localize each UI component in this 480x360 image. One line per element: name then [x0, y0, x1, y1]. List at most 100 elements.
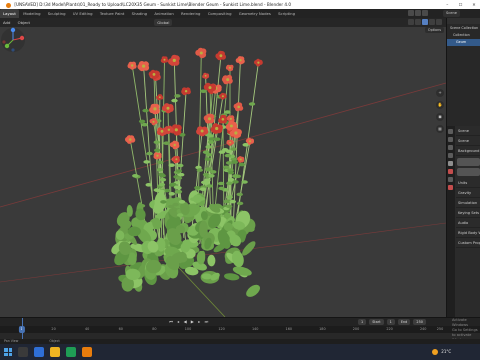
zoom-icon[interactable]: +: [436, 89, 444, 97]
section-gravity[interactable]: Gravity: [456, 188, 480, 198]
tab-layout[interactable]: Layout: [0, 9, 19, 18]
stem-leaf: [200, 89, 207, 93]
add-menu[interactable]: Add: [0, 18, 13, 27]
flower: [137, 61, 150, 72]
flower: [235, 56, 245, 65]
current-frame-field[interactable]: 1: [358, 319, 367, 325]
jump-start-icon[interactable]: ⏮: [168, 319, 174, 325]
close-button[interactable]: ✕: [468, 0, 480, 9]
camera-field[interactable]: [457, 158, 480, 166]
outliner-panel: Scene Collection Collection Geum: [446, 18, 480, 126]
play-reverse-icon[interactable]: ◀: [182, 319, 188, 325]
section-scene-header[interactable]: Scene: [456, 126, 480, 136]
output-tab-icon[interactable]: [448, 145, 453, 150]
timeline-editor: ⏮ ◂ ◀ ▶ ▸ ⏭ 1 Start 1 End 250 0204060801…: [0, 317, 480, 340]
camera-view-icon[interactable]: ◼: [436, 113, 444, 121]
tab-animation[interactable]: Animation: [151, 9, 176, 18]
taskbar-app-icon[interactable]: [34, 347, 44, 357]
maximize-button[interactable]: ☐: [455, 0, 467, 9]
tab-sculpting[interactable]: Sculpting: [45, 9, 69, 18]
object-tab-icon[interactable]: [448, 185, 453, 190]
scene-selector[interactable]: Scene: [443, 10, 460, 17]
tab-texture-paint[interactable]: Texture Paint: [97, 9, 128, 18]
solid-shading-icon[interactable]: [422, 19, 428, 25]
view-icon[interactable]: [408, 10, 414, 16]
status-pan-view: Pan View: [4, 339, 19, 343]
start-frame-label: Start: [369, 319, 384, 325]
tab-geometry-nodes[interactable]: Geometry Nodes: [236, 9, 274, 18]
section-audio[interactable]: Audio: [456, 218, 480, 228]
perspective-grid-icon[interactable]: ▦: [436, 125, 444, 133]
stem-leaf: [175, 189, 183, 194]
taskbar-app-icon[interactable]: [82, 347, 92, 357]
start-frame-field[interactable]: 1: [386, 319, 395, 325]
overlay-icon[interactable]: [408, 19, 414, 25]
playhead[interactable]: [21, 318, 23, 340]
object-menu[interactable]: Object: [15, 18, 33, 27]
3d-viewport[interactable]: Options + ✋ ◼ ▦: [0, 27, 446, 317]
next-keyframe-icon[interactable]: ▸: [196, 319, 202, 325]
navigation-gizmo[interactable]: [0, 27, 26, 53]
prev-keyframe-icon[interactable]: ◂: [175, 319, 181, 325]
stem-leaf: [248, 102, 256, 106]
taskbar-app-icon[interactable]: [18, 347, 28, 357]
outliner-row-collection[interactable]: Collection: [447, 32, 480, 39]
window-titlebar: [UNSAVED] D:\3d Model\Plants\01_Ready to…: [0, 0, 480, 9]
stem-leaf: [168, 163, 175, 167]
end-frame-field[interactable]: 250: [413, 319, 426, 325]
leaf: [224, 273, 240, 281]
stem-leaf: [205, 145, 212, 149]
render-tab-icon[interactable]: [448, 137, 453, 142]
view-layer-tab-icon[interactable]: [448, 153, 453, 158]
flower: [149, 103, 160, 115]
timeline-tick: 60: [118, 327, 123, 331]
stem-leaf: [202, 150, 210, 154]
taskbar-app-icon[interactable]: [66, 347, 76, 357]
tab-compositing[interactable]: Compositing: [205, 9, 235, 18]
taskbar-app-icon[interactable]: [50, 347, 60, 357]
stem-leaf: [241, 180, 248, 184]
play-icon[interactable]: ▶: [189, 319, 195, 325]
render-icon[interactable]: [415, 10, 421, 16]
section-rigid-body-world[interactable]: Rigid Body World: [456, 228, 480, 238]
flower: [237, 156, 245, 163]
pan-hand-icon[interactable]: ✋: [436, 101, 444, 109]
xray-icon[interactable]: [415, 19, 421, 25]
tab-rendering[interactable]: Rendering: [178, 9, 203, 18]
flower: [153, 152, 162, 160]
outliner-row-scene-collection[interactable]: Scene Collection: [447, 25, 480, 32]
windows-start-icon[interactable]: [4, 348, 12, 356]
tab-uv-editing[interactable]: UV Editing: [70, 9, 96, 18]
options-button[interactable]: Options: [424, 27, 444, 33]
stem-leaf: [190, 197, 197, 201]
rendered-shading-icon[interactable]: [436, 19, 442, 25]
tab-shading[interactable]: Shading: [129, 9, 150, 18]
minimize-button[interactable]: –: [441, 0, 453, 9]
leaf: [246, 284, 260, 297]
flower: [181, 87, 191, 96]
tool-tab-icon[interactable]: [448, 129, 453, 134]
stem-leaf: [207, 140, 215, 144]
transform-orientation-dropdown[interactable]: Global: [154, 19, 173, 26]
section-units[interactable]: Units: [456, 178, 480, 188]
section-scene[interactable]: Scene: [456, 136, 480, 146]
jump-end-icon[interactable]: ⏭: [203, 319, 209, 325]
background-scene-field[interactable]: [457, 168, 480, 176]
collection-tab-icon[interactable]: [448, 177, 453, 182]
scene-tab-icon[interactable]: [448, 161, 453, 166]
tab-scripting[interactable]: Scripting: [275, 9, 298, 18]
section-background[interactable]: Background: [456, 146, 480, 156]
flower: [215, 50, 226, 61]
section-custom-properties[interactable]: Custom Properties: [456, 238, 480, 248]
scene-icon[interactable]: [422, 10, 428, 16]
material-shading-icon[interactable]: [429, 19, 435, 25]
timeline-ruler[interactable]: 0204060801001201401601802002202402501: [0, 326, 480, 333]
stem-leaf: [226, 181, 233, 186]
section-keying-sets[interactable]: Keying Sets: [456, 208, 480, 218]
section-simulation[interactable]: Simulation: [456, 198, 480, 208]
tab-modeling[interactable]: Modeling: [20, 9, 43, 18]
outliner-row-geum[interactable]: Geum: [447, 39, 480, 46]
flower: [221, 74, 233, 85]
os-taskbar: 21°C: [0, 344, 480, 360]
world-tab-icon[interactable]: [448, 169, 453, 174]
